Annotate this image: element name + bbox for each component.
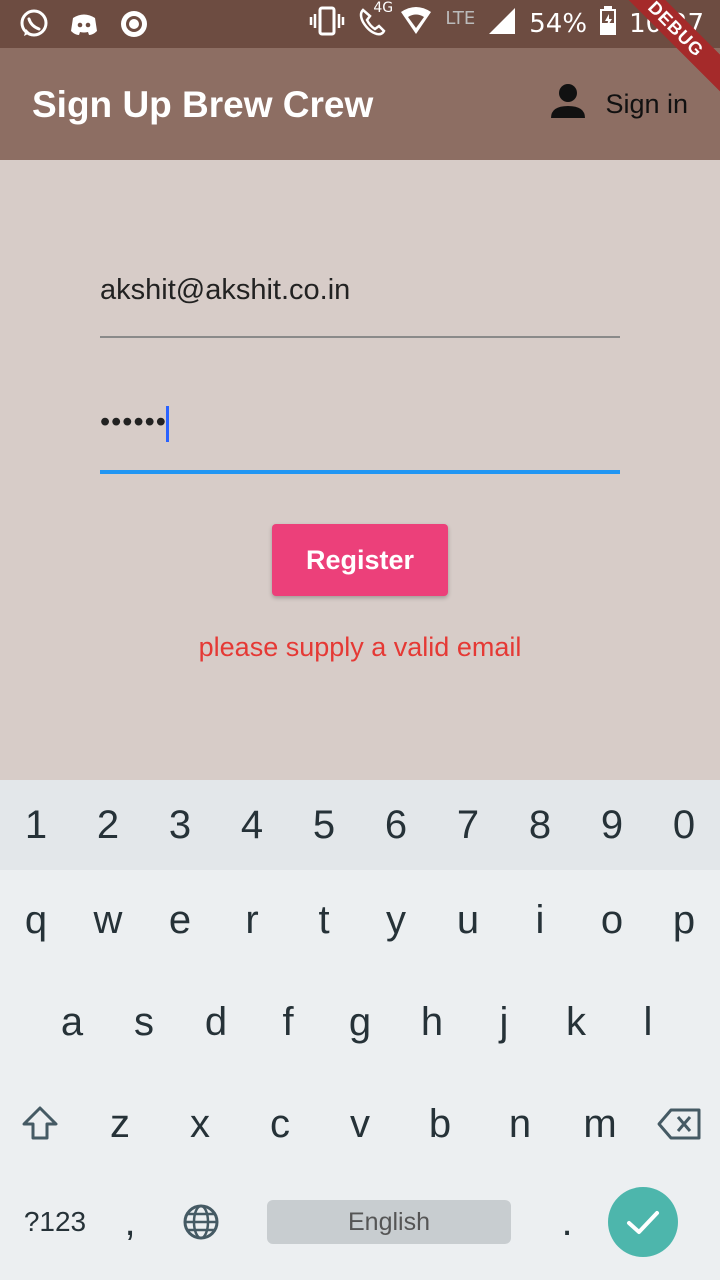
key-8[interactable]: 8 <box>504 780 576 870</box>
password-value: •••••• <box>100 406 167 438</box>
email-value: akshit@akshit.co.in <box>100 274 351 306</box>
key-t[interactable]: t <box>288 870 360 970</box>
key-6[interactable]: 6 <box>360 780 432 870</box>
key-s[interactable]: s <box>108 972 180 1072</box>
period-key[interactable]: . <box>526 1172 608 1272</box>
key-m[interactable]: m <box>560 1074 640 1174</box>
key-o[interactable]: o <box>576 870 648 970</box>
bottom-row: ?123 , English . <box>0 1172 720 1272</box>
call-icon: 4G <box>357 0 393 43</box>
key-c[interactable]: c <box>240 1074 320 1174</box>
backspace-icon <box>657 1108 701 1140</box>
key-j[interactable]: j <box>468 972 540 1072</box>
person-icon <box>549 82 587 127</box>
shift-key[interactable] <box>0 1074 80 1174</box>
letter-row-2: a s d f g h j k l <box>0 972 720 1072</box>
key-v[interactable]: v <box>320 1074 400 1174</box>
network-type: 4G <box>373 0 394 16</box>
text-cursor <box>166 406 169 442</box>
key-k[interactable]: k <box>540 972 612 1072</box>
space-key[interactable]: English <box>267 1200 511 1244</box>
key-4[interactable]: 4 <box>216 780 288 870</box>
key-d[interactable]: d <box>180 972 252 1072</box>
shift-icon <box>22 1106 58 1140</box>
key-0[interactable]: 0 <box>648 780 720 870</box>
whatsapp-icon <box>18 8 50 40</box>
record-icon <box>118 8 150 40</box>
key-2[interactable]: 2 <box>72 780 144 870</box>
check-icon <box>627 1211 659 1234</box>
key-z[interactable]: z <box>80 1074 160 1174</box>
key-3[interactable]: 3 <box>144 780 216 870</box>
sign-in-label: Sign in <box>605 89 688 119</box>
key-u[interactable]: u <box>432 870 504 970</box>
key-x[interactable]: x <box>160 1074 240 1174</box>
key-e[interactable]: e <box>144 870 216 970</box>
key-a[interactable]: a <box>36 972 108 1072</box>
globe-icon <box>183 1204 219 1240</box>
email-field[interactable]: akshit@akshit.co.in <box>100 260 620 338</box>
page-title: Sign Up Brew Crew <box>32 84 374 125</box>
key-i[interactable]: i <box>504 870 576 970</box>
key-q[interactable]: q <box>0 870 72 970</box>
key-h[interactable]: h <box>396 972 468 1072</box>
status-bar: 4G LTE 54% 10:27 <box>0 0 720 48</box>
app-bar: Sign Up Brew Crew Sign in <box>0 48 720 160</box>
vibrate-icon <box>309 6 345 43</box>
key-1[interactable]: 1 <box>0 780 72 870</box>
soft-keyboard: 1 2 3 4 5 6 7 8 9 0 q w e r t y u i o p … <box>0 780 720 1280</box>
comma-key[interactable]: , <box>110 1172 150 1272</box>
battery-icon <box>599 5 617 43</box>
battery-level: 54% <box>529 9 588 39</box>
key-w[interactable]: w <box>72 870 144 970</box>
key-g[interactable]: g <box>324 972 396 1072</box>
key-l[interactable]: l <box>612 972 684 1072</box>
password-field[interactable]: •••••• <box>100 400 620 474</box>
key-b[interactable]: b <box>400 1074 480 1174</box>
key-7[interactable]: 7 <box>432 780 504 870</box>
letter-row-1: q w e r t y u i o p <box>0 870 720 970</box>
key-r[interactable]: r <box>216 870 288 970</box>
signal-icon <box>487 6 517 43</box>
backspace-key[interactable] <box>640 1074 720 1174</box>
enter-key[interactable] <box>608 1187 678 1257</box>
key-n[interactable]: n <box>480 1074 560 1174</box>
wifi-icon <box>399 6 433 43</box>
sign-in-button[interactable]: Sign in <box>549 82 688 127</box>
error-message: please supply a valid email <box>198 632 522 662</box>
lte-label: LTE <box>445 7 476 29</box>
key-5[interactable]: 5 <box>288 780 360 870</box>
register-button[interactable]: Register <box>272 524 448 596</box>
number-row: 1 2 3 4 5 6 7 8 9 0 <box>0 780 720 870</box>
discord-icon <box>68 8 100 40</box>
key-y[interactable]: y <box>360 870 432 970</box>
key-f[interactable]: f <box>252 972 324 1072</box>
key-9[interactable]: 9 <box>576 780 648 870</box>
letter-row-3: z x c v b n m <box>0 1074 720 1174</box>
symbols-key[interactable]: ?123 <box>0 1172 110 1272</box>
key-p[interactable]: p <box>648 870 720 970</box>
language-key[interactable] <box>150 1172 252 1272</box>
